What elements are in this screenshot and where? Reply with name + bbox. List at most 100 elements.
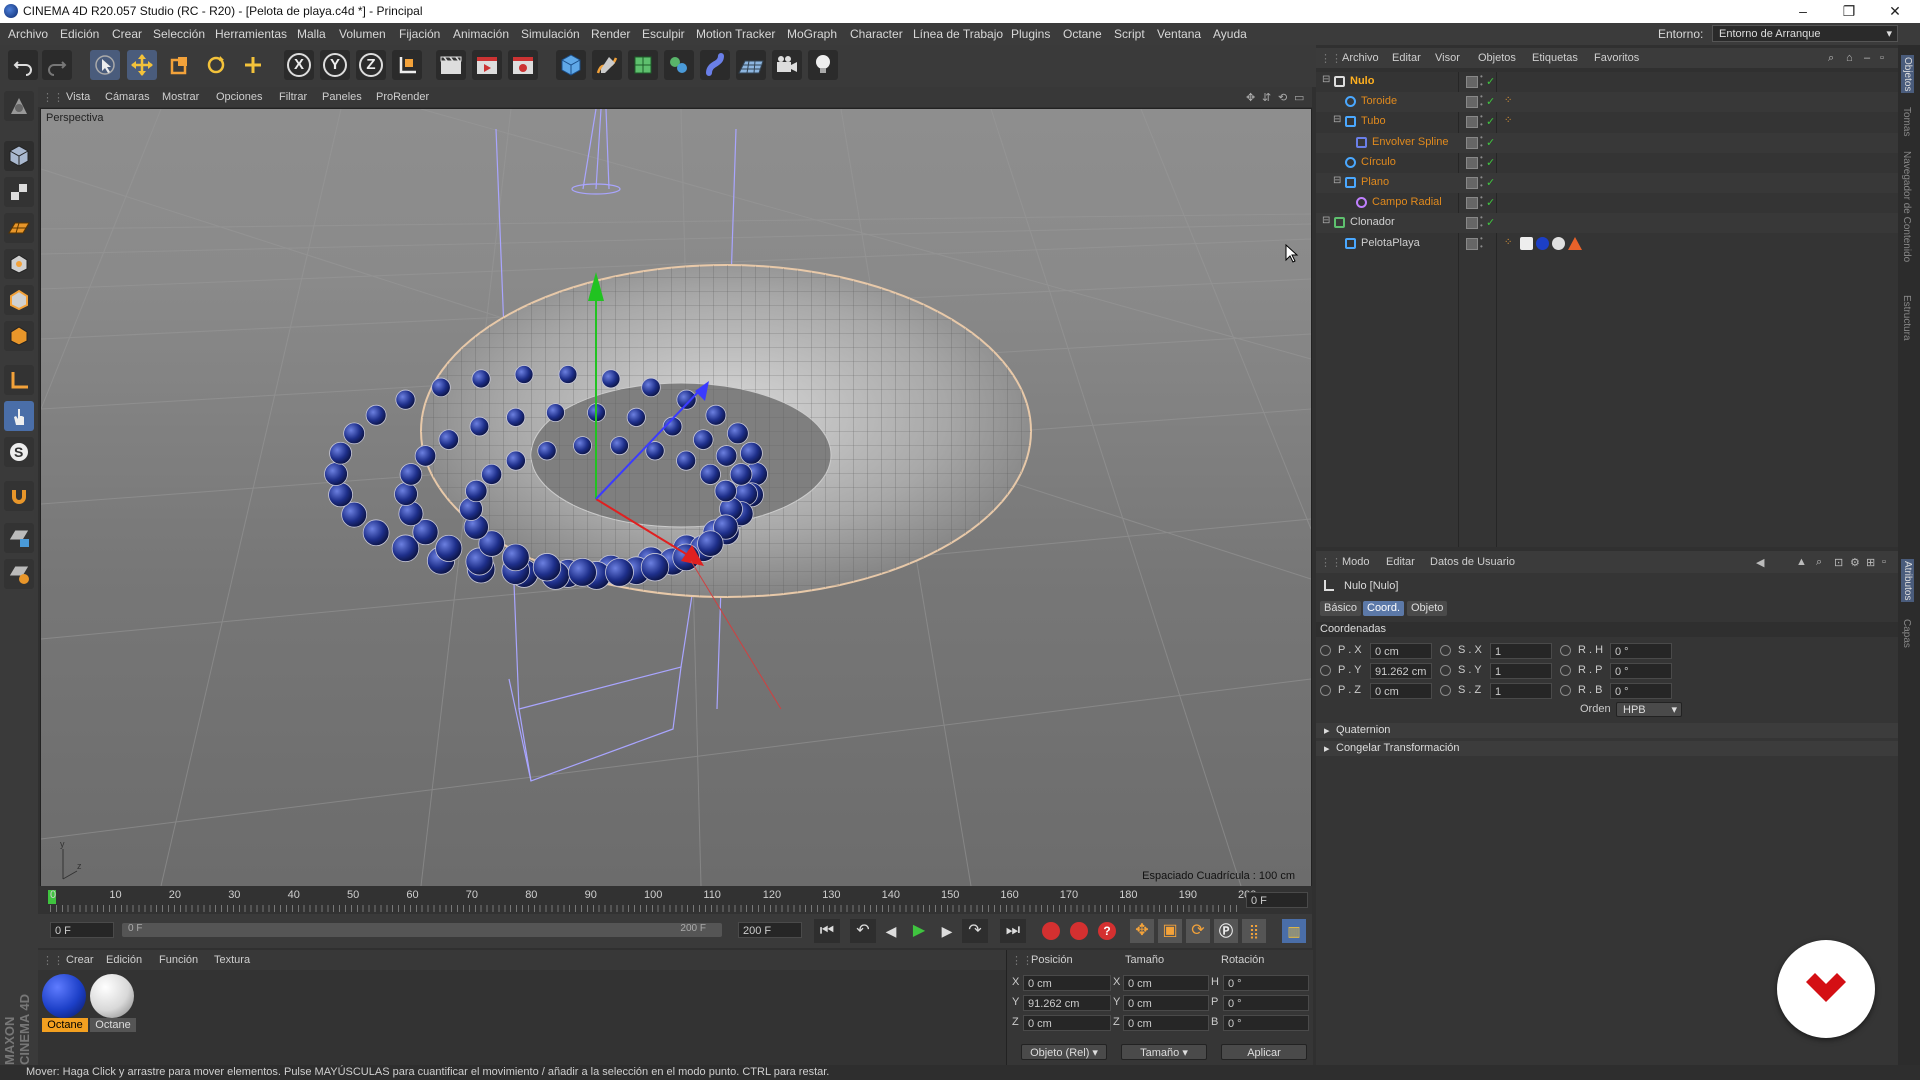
- menu-volumen[interactable]: Volumen: [339, 27, 386, 41]
- close-button[interactable]: ✕: [1874, 1, 1916, 21]
- viewport-toggle-icon[interactable]: ▭: [1294, 91, 1304, 104]
- make-editable-button[interactable]: [4, 91, 34, 121]
- attr-field-value[interactable]: 0 °: [1610, 643, 1672, 659]
- play-button[interactable]: ▶: [906, 919, 932, 943]
- maximize-button[interactable]: ❐: [1828, 1, 1870, 21]
- enabled-check-icon[interactable]: ✓: [1486, 196, 1495, 209]
- back-arrow-icon[interactable]: ◀: [1756, 556, 1764, 569]
- objects-menu-archivo[interactable]: Archivo: [1342, 52, 1379, 64]
- material-menu-textura[interactable]: Textura: [214, 954, 250, 966]
- viewport-menu-paneles[interactable]: Paneles: [322, 91, 362, 103]
- menu-seleccion[interactable]: Selección: [153, 27, 205, 41]
- layer-icon[interactable]: [1466, 177, 1478, 189]
- axis-mode-button[interactable]: [4, 365, 34, 395]
- viewport-menu-camaras[interactable]: Cámaras: [105, 91, 150, 103]
- animate-radio[interactable]: [1320, 645, 1331, 656]
- add-mograph-button[interactable]: [664, 50, 694, 80]
- enabled-check-icon[interactable]: ✓: [1486, 176, 1495, 189]
- model-mode-button[interactable]: [4, 141, 34, 171]
- viewport-menu-filtrar[interactable]: Filtrar: [279, 91, 307, 103]
- panel-toggle-icon[interactable]: ▫: [1880, 52, 1884, 64]
- attr-field-value[interactable]: 0 °: [1610, 663, 1672, 679]
- attr-field-value[interactable]: 0 °: [1610, 683, 1672, 699]
- enabled-check-icon[interactable]: ✓: [1486, 136, 1495, 149]
- menu-motion-tracker[interactable]: Motion Tracker: [696, 27, 775, 41]
- animate-radio[interactable]: [1560, 645, 1571, 656]
- checker-tag-icon[interactable]: [1520, 236, 1533, 250]
- range-slider[interactable]: 0 F 200 F: [122, 923, 722, 937]
- phong-tag-icon[interactable]: ⁘: [1504, 115, 1512, 126]
- layer-icon[interactable]: [1466, 237, 1478, 250]
- search-icon[interactable]: ⌕: [1816, 556, 1822, 569]
- material-menu-edicion[interactable]: Edición: [106, 954, 142, 966]
- attr-menu-editar[interactable]: Editar: [1386, 556, 1415, 568]
- coord-size-y-field[interactable]: 0 cm: [1123, 995, 1209, 1011]
- z-axis-lock-button[interactable]: Z: [356, 50, 386, 80]
- visibility-dots-icon[interactable]: • •: [1480, 153, 1483, 170]
- object-row-tubo[interactable]: ⊟ Tubo • • ✓ ⁘: [1316, 112, 1898, 132]
- add-cube-button[interactable]: [556, 50, 586, 80]
- coord-pos-y-field[interactable]: 91.262 cm: [1023, 995, 1111, 1011]
- material-octane-blue[interactable]: Octane: [42, 974, 88, 1032]
- render-view-button[interactable]: [436, 50, 466, 80]
- tree-expand-icon[interactable]: ⊟: [1333, 175, 1341, 186]
- viewport-menu-prorender[interactable]: ProRender: [376, 91, 429, 103]
- up-arrow-icon[interactable]: ▲: [1796, 556, 1807, 568]
- vtab-estructura[interactable]: Estructura: [1901, 295, 1912, 341]
- key-rotation-button[interactable]: ⟳: [1186, 919, 1210, 943]
- tab-objeto[interactable]: Objeto: [1407, 601, 1448, 616]
- group-freeze-transform[interactable]: ▸ Congelar Transformación: [1316, 741, 1898, 756]
- layer-icon[interactable]: [1466, 156, 1478, 169]
- coord-size-x-field[interactable]: 0 cm: [1123, 975, 1209, 991]
- rotate-tool-button[interactable]: [201, 50, 231, 80]
- menu-crear[interactable]: Crear: [112, 27, 142, 41]
- object-row-pelotaplaya[interactable]: PelotaPlaya • • ⁘: [1316, 234, 1898, 254]
- record-keys-button[interactable]: [1042, 922, 1060, 940]
- next-key-button[interactable]: ↷: [962, 919, 988, 943]
- texture-mode-button[interactable]: [4, 177, 34, 207]
- objects-menu-visor[interactable]: Visor: [1435, 52, 1460, 64]
- animate-radio[interactable]: [1440, 665, 1451, 676]
- tree-expand-icon[interactable]: ⊟: [1322, 74, 1330, 85]
- key-position-button[interactable]: ✥: [1130, 919, 1154, 943]
- render-settings-button[interactable]: [508, 50, 538, 80]
- attr-menu-modo[interactable]: Modo: [1342, 556, 1370, 568]
- undo-button[interactable]: [8, 50, 38, 80]
- panel-toggle-icon[interactable]: ▫: [1882, 556, 1886, 568]
- layer-icon[interactable]: [1466, 76, 1478, 88]
- layer-icon[interactable]: [1466, 136, 1478, 149]
- objects-menu-favoritos[interactable]: Favoritos: [1594, 52, 1639, 64]
- layer-icon[interactable]: [1466, 116, 1478, 129]
- locked-workplane-button[interactable]: [4, 559, 34, 589]
- material-tag-icon[interactable]: [1536, 236, 1549, 250]
- menu-mograph[interactable]: MoGraph: [787, 27, 837, 41]
- menu-octane[interactable]: Octane: [1063, 27, 1102, 41]
- material-tag-icon[interactable]: [1552, 236, 1565, 250]
- menu-esculpir[interactable]: Esculpir: [642, 27, 685, 41]
- workplane-lock-button[interactable]: [4, 523, 34, 553]
- objects-menu-objetos[interactable]: Objetos: [1478, 52, 1516, 64]
- attr-menu-datos-usuario[interactable]: Datos de Usuario: [1430, 556, 1515, 568]
- move-tool-button[interactable]: [127, 50, 157, 80]
- layer-icon[interactable]: [1466, 96, 1478, 109]
- coord-size-mode-dropdown[interactable]: Tamaño ▾: [1121, 1044, 1207, 1060]
- layer-icon[interactable]: [1466, 197, 1478, 210]
- keyframe-selection-button[interactable]: ?: [1098, 922, 1116, 940]
- menu-animacion[interactable]: Animación: [453, 27, 509, 41]
- vtab-tomas[interactable]: Tomas: [1901, 107, 1912, 136]
- collapse-icon[interactable]: –: [1864, 52, 1870, 64]
- 3d-viewport[interactable]: y z Perspectiva Espaciado Cuadrícula : 1…: [40, 108, 1312, 887]
- animate-radio[interactable]: [1440, 645, 1451, 656]
- autokey-button[interactable]: [1070, 922, 1088, 940]
- attr-field-value[interactable]: 0 cm: [1370, 683, 1432, 699]
- menu-malla[interactable]: Malla: [297, 27, 326, 41]
- coord-pos-z-field[interactable]: 0 cm: [1023, 1015, 1111, 1031]
- key-parameter-button[interactable]: Ⓟ: [1214, 919, 1238, 943]
- previous-frame-button[interactable]: ◀: [878, 919, 904, 943]
- redo-button[interactable]: [42, 50, 72, 80]
- animate-radio[interactable]: [1320, 665, 1331, 676]
- visibility-dots-icon[interactable]: • •: [1480, 113, 1483, 129]
- object-row-toroide[interactable]: Toroide • • ✓ ⁘: [1316, 92, 1898, 113]
- go-to-start-button[interactable]: ⏮: [814, 919, 840, 943]
- menu-script[interactable]: Script: [1114, 27, 1145, 41]
